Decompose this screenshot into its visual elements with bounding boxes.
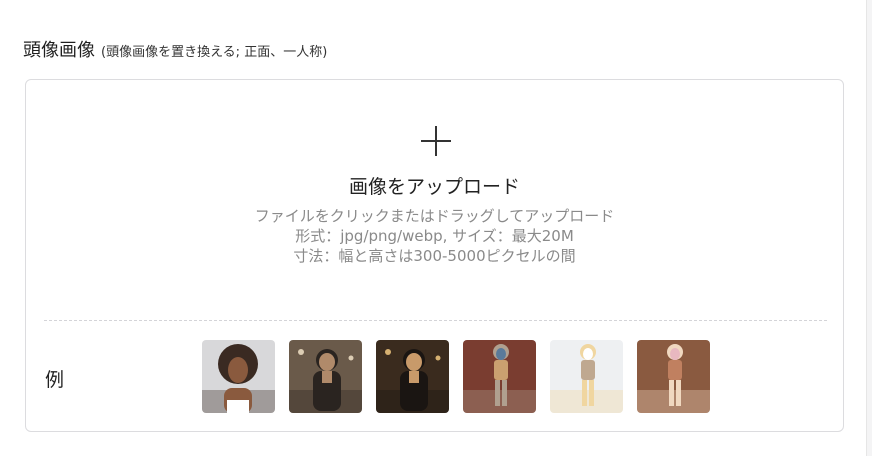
plus-icon — [421, 126, 451, 156]
example-portrait-curly-hair[interactable] — [202, 340, 275, 413]
upload-title: 画像をアップロード — [348, 176, 520, 198]
example-woman-floral-dress-image — [637, 340, 710, 413]
upload-hint-format: 形式：jpg/png/webp, サイズ：最大20M — [295, 227, 574, 245]
section-note: (頭像画像を置き換える; 正面、一人称) — [101, 45, 328, 60]
examples-label: 例 — [45, 369, 65, 391]
example-woman-floral-dress[interactable] — [637, 340, 710, 413]
example-blonde-white-tee[interactable] — [550, 340, 623, 413]
example-man-in-cafe[interactable] — [289, 340, 362, 413]
upload-hint-action: ファイルをクリックまたはドラッグしてアップロード — [254, 207, 615, 225]
section-heading: 頭像画像 (頭像画像を置き換える; 正面、一人称) — [23, 36, 327, 62]
example-portrait-curly-hair-image — [202, 340, 275, 413]
example-blonde-white-tee-image — [550, 340, 623, 413]
upload-hints: ファイルをクリックまたはドラッグしてアップロード 形式：jpg/png/webp… — [26, 206, 843, 266]
example-woman-brick-wall[interactable] — [463, 340, 536, 413]
example-man-in-cafe-image — [289, 340, 362, 413]
example-woman-sequin-dress[interactable] — [376, 340, 449, 413]
avatar-image-panel: 頭像画像 (頭像画像を置き換える; 正面、一人称) 画像をアップロード ファイル… — [0, 0, 867, 456]
example-woman-sequin-dress-image — [376, 340, 449, 413]
example-woman-brick-wall-image — [463, 340, 536, 413]
divider — [44, 320, 827, 321]
examples-row — [202, 340, 710, 413]
upload-card: 画像をアップロード ファイルをクリックまたはドラッグしてアップロード 形式：jp… — [25, 79, 844, 432]
upload-dropzone[interactable]: 画像をアップロード ファイルをクリックまたはドラッグしてアップロード 形式：jp… — [26, 80, 843, 320]
section-title: 頭像画像 — [23, 40, 95, 61]
upload-hint-dimensions: 寸法：幅と高さは300-5000ピクセルの間 — [293, 247, 576, 265]
